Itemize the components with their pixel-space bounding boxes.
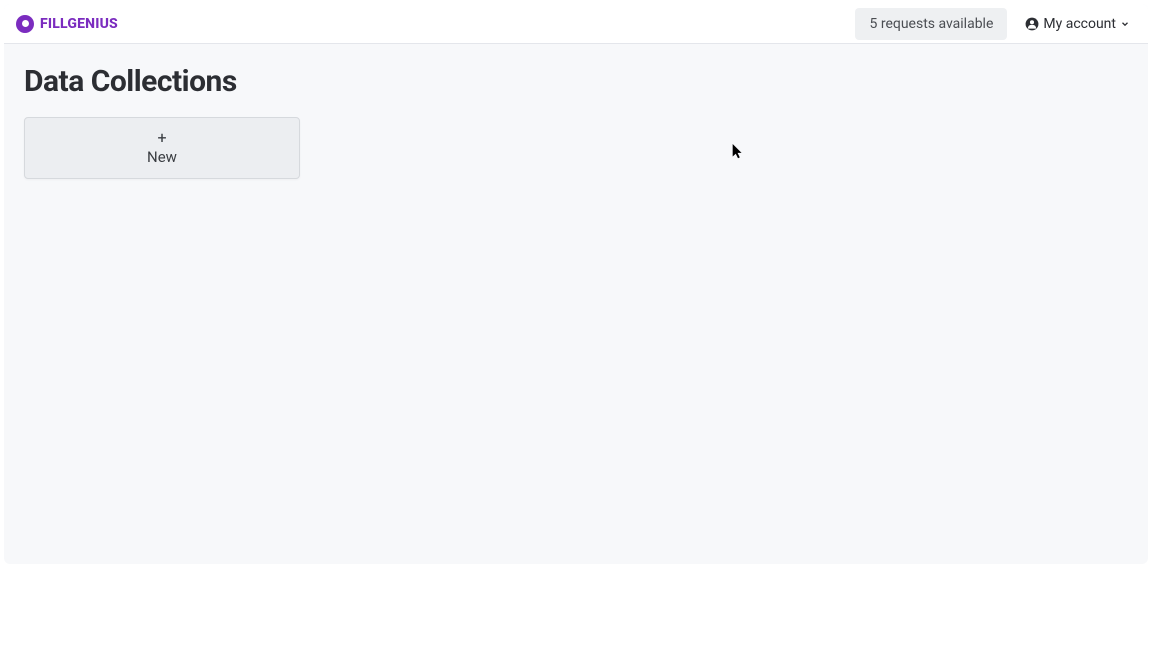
page-title: Data Collections: [24, 64, 1128, 99]
brand-logo-icon: [16, 15, 34, 33]
account-menu-button[interactable]: My account: [1019, 12, 1136, 36]
user-icon: [1025, 17, 1039, 31]
header: FILLGENIUS 5 requests available My accou…: [4, 4, 1148, 44]
new-card-label: New: [147, 148, 177, 166]
brand-logo-text: FILLGENIUS: [40, 16, 118, 32]
main-content: Data Collections + New: [4, 44, 1148, 199]
requests-available-badge[interactable]: 5 requests available: [855, 8, 1007, 40]
header-right: 5 requests available My account: [855, 8, 1136, 40]
plus-icon: +: [157, 130, 166, 146]
account-label: My account: [1043, 16, 1116, 32]
new-collection-button[interactable]: + New: [24, 117, 300, 179]
brand-logo[interactable]: FILLGENIUS: [16, 15, 118, 33]
chevron-down-icon: [1120, 19, 1130, 29]
